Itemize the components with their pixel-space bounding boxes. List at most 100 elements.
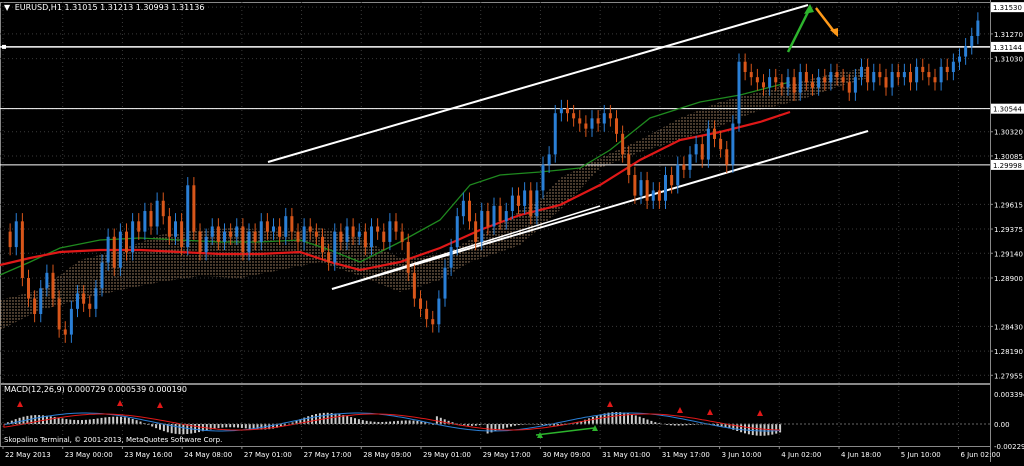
candle-body — [590, 118, 594, 129]
candle-body — [161, 200, 165, 217]
level-handle — [2, 44, 6, 49]
time-tick-label: 22 May 2013 — [5, 451, 51, 459]
candle-body — [351, 226, 355, 237]
candle-body — [853, 77, 857, 93]
candle-body — [970, 35, 974, 47]
candle-body — [20, 221, 24, 278]
candle-body — [492, 205, 496, 227]
candle-body — [517, 195, 520, 206]
candle-body — [664, 174, 667, 201]
candle-body — [657, 190, 661, 201]
ohlc-label: 1.31015 1.31213 1.30993 1.31136 — [64, 3, 205, 12]
symbol-label: EURUSD,H1 — [14, 3, 62, 12]
candle-body — [149, 211, 153, 227]
candle-body — [137, 221, 141, 232]
candle-body — [731, 123, 735, 165]
price-box-label: 1.30544 — [993, 106, 1022, 114]
candle-body — [118, 231, 122, 268]
candle-body — [670, 174, 674, 186]
candle-body — [394, 221, 398, 232]
candle-body — [804, 72, 808, 83]
candle-body — [682, 164, 686, 170]
candle-body — [431, 319, 435, 325]
candle-body — [939, 66, 943, 83]
candle-body — [639, 180, 643, 196]
candle-body — [737, 61, 741, 124]
candle-body — [290, 216, 294, 232]
time-tick-label: 27 May 17:00 — [304, 451, 352, 459]
candle-body — [504, 211, 508, 222]
candle-body — [345, 226, 349, 242]
candle-body — [498, 205, 502, 222]
candle-body — [811, 82, 814, 88]
candle-body — [964, 46, 968, 57]
price-tick-label: 1.31270 — [994, 31, 1023, 39]
dropdown-triangle-icon[interactable]: ▼ — [4, 3, 10, 12]
price-tick-label: 1.30320 — [994, 129, 1023, 137]
candle-body — [278, 226, 282, 237]
candle-body — [69, 308, 73, 335]
candle-body — [406, 241, 410, 273]
candle-body — [535, 190, 539, 217]
candle-body — [688, 154, 692, 170]
candle-body — [131, 221, 135, 253]
candle-body — [376, 226, 380, 232]
candle-body — [51, 272, 55, 299]
candle-body — [339, 231, 343, 242]
candle-body — [112, 236, 116, 268]
chart-header: ▼ EURUSD,H1 1.31015 1.31213 1.30993 1.31… — [4, 3, 204, 12]
time-tick-label: 4 Jun 02:00 — [781, 451, 821, 459]
candle-body — [14, 221, 18, 248]
candle-body — [216, 226, 220, 242]
candle-body — [253, 231, 257, 242]
candle-body — [363, 231, 367, 248]
candle-body — [210, 226, 214, 237]
candle-body — [186, 185, 190, 248]
price-tick-label: 1.27955 — [994, 372, 1023, 380]
candle-body — [866, 66, 870, 83]
candle-body — [615, 118, 618, 134]
candle-body — [63, 329, 67, 335]
candle-body — [823, 77, 827, 83]
price-tick-label: 1.30085 — [994, 153, 1023, 161]
candle-body — [241, 226, 245, 253]
candle-body — [645, 180, 649, 201]
macd-header: MACD(12,26,9) 0.000729 0.000539 0.000190 — [4, 385, 187, 394]
price-tick-label: 1.31030 — [994, 56, 1023, 64]
candle-body — [755, 77, 759, 83]
candle-body — [817, 77, 821, 88]
price-tick-label: 1.28430 — [994, 323, 1023, 331]
candle-body — [370, 226, 373, 248]
time-tick-label: 29 May 01:00 — [423, 451, 471, 459]
candle-body — [627, 154, 631, 175]
candle-body — [902, 72, 906, 78]
candle-body — [33, 298, 37, 315]
chart-window[interactable]: 1.31530 1.31270 1.31030 1.30544 1.30320 1.300… — [0, 0, 1024, 462]
candle-body — [192, 185, 196, 232]
candle-body — [302, 226, 306, 242]
candle-body — [915, 66, 919, 83]
candle-body — [437, 298, 441, 325]
time-tick-label: 23 May 00:00 — [65, 451, 113, 459]
candle-body — [106, 236, 110, 263]
price-tick-label: 1.29375 — [994, 226, 1023, 234]
candle-body — [725, 149, 729, 165]
candle-body — [8, 231, 12, 248]
candle-body — [529, 190, 533, 217]
candle-body — [572, 113, 576, 119]
price-box-label: 1.31144 — [993, 44, 1022, 52]
candle-body — [633, 174, 637, 196]
candle-body — [786, 77, 790, 88]
candle-body — [933, 77, 937, 83]
candle-body — [768, 77, 772, 88]
candle-body — [706, 128, 710, 160]
candle-body — [468, 200, 471, 222]
candle-body — [553, 113, 557, 155]
time-tick-label: 6 Jun 02:00 — [960, 451, 1000, 459]
candle-body — [412, 272, 416, 299]
candle-body — [566, 108, 569, 114]
candle-body — [829, 72, 833, 83]
candle-body — [676, 164, 680, 186]
candle-body — [743, 61, 747, 73]
candle-body — [719, 138, 723, 150]
